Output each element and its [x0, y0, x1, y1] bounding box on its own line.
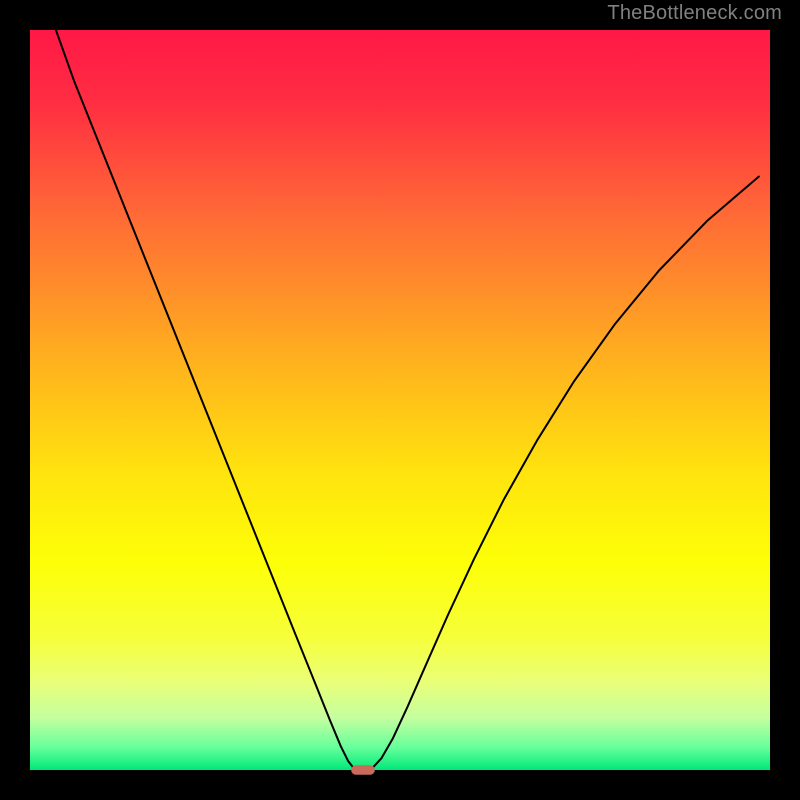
plot-area: [30, 30, 770, 770]
chart-container: TheBottleneck.com: [0, 0, 800, 800]
watermark-label: TheBottleneck.com: [607, 2, 782, 25]
optimum-marker: [351, 765, 375, 775]
bottleneck-chart: [0, 0, 800, 800]
